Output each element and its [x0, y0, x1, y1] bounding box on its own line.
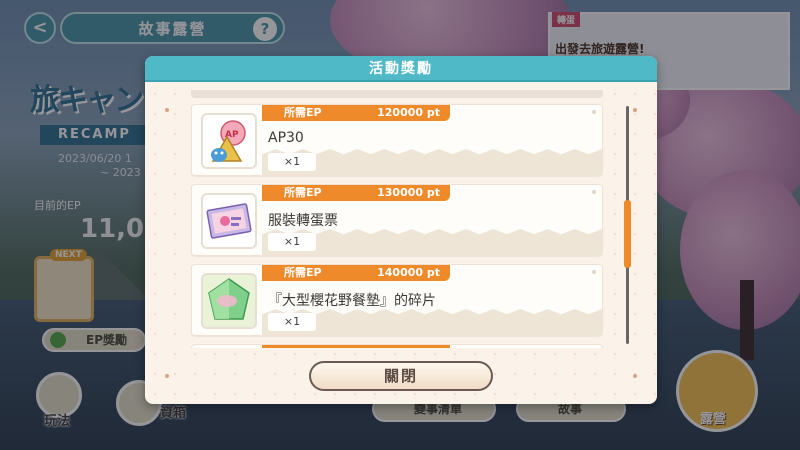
required-ep-label: 所需EP — [284, 266, 322, 279]
reward-name: AP30 — [268, 130, 304, 146]
ap-potion-icon: AP — [201, 113, 257, 169]
crystal-fragment-icon — [201, 273, 257, 329]
reward-quantity: ×1 — [268, 313, 316, 331]
required-ep-tag: 所需EP 140000 pt — [262, 265, 450, 281]
reward-item — [191, 344, 603, 348]
reward-name: 服裝轉蛋票 — [268, 213, 338, 229]
required-ep-tag: 所需EP 130000 pt — [262, 185, 450, 201]
reward-name: 『大型櫻花野餐墊』的碎片 — [268, 293, 436, 309]
card-dot — [592, 270, 596, 274]
reward-item: 所需EP 140000 pt 『大型櫻花野餐墊』的碎片 ×1 — [191, 264, 603, 336]
card-dot — [592, 110, 596, 114]
corner-dot — [633, 374, 637, 378]
scrollbar-thumb[interactable] — [624, 200, 631, 268]
required-ep-points: 120000 pt — [377, 106, 440, 119]
close-button[interactable]: 關閉 — [309, 361, 493, 391]
corner-dot — [165, 374, 169, 378]
card-dot — [592, 190, 596, 194]
required-ep-tag — [262, 345, 450, 348]
required-ep-label: 所需EP — [284, 106, 322, 119]
reward-list[interactable]: AP 所需EP 120000 pt AP30 ×1 所需EP 130000 pt… — [189, 98, 605, 348]
required-ep-points: 140000 pt — [377, 266, 440, 279]
required-ep-label: 所需EP — [284, 186, 322, 199]
dialog-title: 活動獎勵 — [145, 56, 657, 82]
reward-quantity: ×1 — [268, 233, 316, 251]
reward-item: 所需EP 130000 pt 服裝轉蛋票 ×1 — [191, 184, 603, 256]
required-ep-tag: 所需EP 120000 pt — [262, 105, 450, 121]
costume-ticket-icon — [201, 193, 257, 249]
reward-quantity: ×1 — [268, 153, 316, 171]
corner-dot — [633, 108, 637, 112]
corner-dot — [165, 108, 169, 112]
reward-item: AP 所需EP 120000 pt AP30 ×1 — [191, 104, 603, 176]
list-item-edge — [191, 90, 603, 98]
event-reward-dialog: 活動獎勵 AP 所需EP 120000 pt AP30 ×1 所需EP 1300… — [145, 56, 657, 404]
required-ep-points: 130000 pt — [377, 186, 440, 199]
